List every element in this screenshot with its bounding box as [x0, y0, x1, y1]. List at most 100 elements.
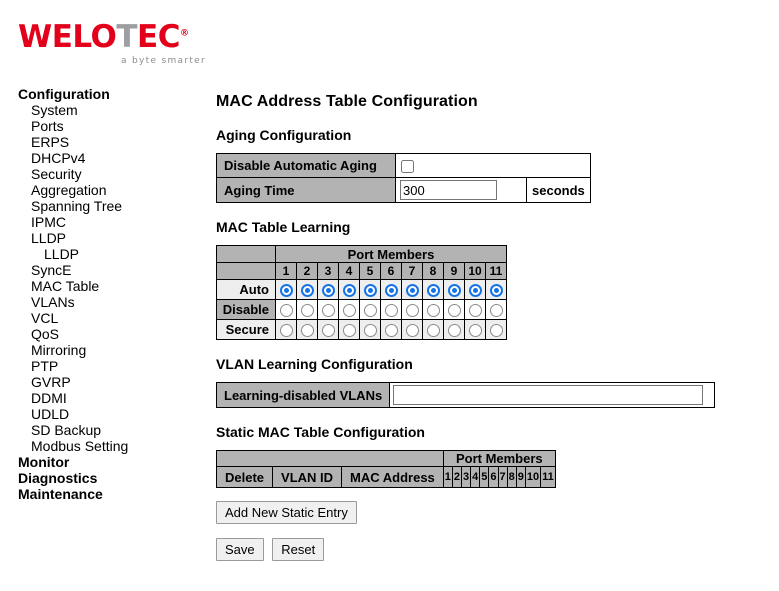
learning-radio-port10-disable[interactable] [468, 304, 482, 318]
learning-radio-port7-disable[interactable] [405, 304, 419, 318]
sidebar-item-vcl[interactable]: VCL [0, 310, 205, 326]
sidebar-item-diagnostics[interactable]: Diagnostics [0, 470, 205, 486]
learning-radio-cell-port3-secure[interactable] [317, 319, 339, 340]
learning-radio-cell-port9-disable[interactable] [443, 299, 465, 320]
learning-radio-cell-port7-disable[interactable] [401, 299, 423, 320]
learning-radio-cell-port2-auto[interactable] [296, 279, 318, 300]
learning-radio-port11-disable[interactable] [489, 304, 503, 318]
port-number-header-8: 8 [422, 262, 444, 280]
learning-radio-port5-disable[interactable] [363, 304, 377, 318]
learning-radio-cell-port1-disable[interactable] [275, 299, 297, 320]
sidebar-item-ptp[interactable]: PTP [0, 358, 205, 374]
learning-radio-port7-auto[interactable] [405, 284, 419, 298]
learning-mode-label-secure: Secure [216, 319, 276, 340]
learning-radio-port2-disable[interactable] [300, 304, 314, 318]
sidebar-item-ddmi[interactable]: DDMI [0, 390, 205, 406]
learning-radio-cell-port11-auto[interactable] [485, 279, 507, 300]
learning-radio-cell-port8-auto[interactable] [422, 279, 444, 300]
sidebar-item-synce[interactable]: SyncE [0, 262, 205, 278]
learning-radio-cell-port5-secure[interactable] [359, 319, 381, 340]
sidebar-item-security[interactable]: Security [0, 166, 205, 182]
learning-radio-cell-port4-disable[interactable] [338, 299, 360, 320]
sidebar-item-ports[interactable]: Ports [0, 118, 205, 134]
learning-radio-port1-disable[interactable] [279, 304, 293, 318]
learning-radio-port8-secure[interactable] [426, 324, 440, 338]
learning-radio-cell-port4-auto[interactable] [338, 279, 360, 300]
sidebar-item-erps[interactable]: ERPS [0, 134, 205, 150]
sidebar-item-vlans[interactable]: VLANs [0, 294, 205, 310]
learning-radio-port6-auto[interactable] [384, 284, 398, 298]
sidebar-item-mirroring[interactable]: Mirroring [0, 342, 205, 358]
learning-radio-cell-port1-auto[interactable] [275, 279, 297, 300]
learning-radio-port5-auto[interactable] [363, 284, 377, 298]
reset-button[interactable]: Reset [272, 538, 325, 561]
learning-radio-port10-secure[interactable] [468, 324, 482, 338]
sidebar-item-dhcpv4[interactable]: DHCPv4 [0, 150, 205, 166]
sidebar-item-modbus-setting[interactable]: Modbus Setting [0, 438, 205, 454]
learning-radio-cell-port11-secure[interactable] [485, 319, 507, 340]
sidebar-item-aggregation[interactable]: Aggregation [0, 182, 205, 198]
sidebar-item-udld[interactable]: UDLD [0, 406, 205, 422]
learning-radio-port6-secure[interactable] [384, 324, 398, 338]
learning-radio-cell-port10-disable[interactable] [464, 299, 486, 320]
learning-radio-cell-port11-disable[interactable] [485, 299, 507, 320]
learning-radio-port11-secure[interactable] [489, 324, 503, 338]
learning-radio-cell-port10-secure[interactable] [464, 319, 486, 340]
sidebar-item-ipmc[interactable]: IPMC [0, 214, 205, 230]
sidebar-item-system[interactable]: System [0, 102, 205, 118]
learning-radio-port3-disable[interactable] [321, 304, 335, 318]
learning-radio-port1-secure[interactable] [279, 324, 293, 338]
sidebar-item-spanning-tree[interactable]: Spanning Tree [0, 198, 205, 214]
learning-radio-port11-auto[interactable] [489, 284, 503, 298]
learning-radio-port9-secure[interactable] [447, 324, 461, 338]
sidebar-item-lldp[interactable]: LLDP [0, 230, 205, 246]
learning-radio-cell-port6-auto[interactable] [380, 279, 402, 300]
learning-radio-cell-port3-disable[interactable] [317, 299, 339, 320]
learning-radio-cell-port7-secure[interactable] [401, 319, 423, 340]
learning-radio-port4-auto[interactable] [342, 284, 356, 298]
learning-radio-cell-port10-auto[interactable] [464, 279, 486, 300]
sidebar-item-mac-table[interactable]: MAC Table [0, 278, 205, 294]
learning-radio-port2-auto[interactable] [300, 284, 314, 298]
sidebar-item-gvrp[interactable]: GVRP [0, 374, 205, 390]
learning-radio-cell-port8-disable[interactable] [422, 299, 444, 320]
learning-radio-port4-disable[interactable] [342, 304, 356, 318]
sidebar-item-qos[interactable]: QoS [0, 326, 205, 342]
learning-radio-port8-disable[interactable] [426, 304, 440, 318]
learning-radio-cell-port4-secure[interactable] [338, 319, 360, 340]
learning-radio-cell-port9-secure[interactable] [443, 319, 465, 340]
sidebar-item-sd-backup[interactable]: SD Backup [0, 422, 205, 438]
sidebar-item-monitor[interactable]: Monitor [0, 454, 205, 470]
learning-radio-cell-port2-secure[interactable] [296, 319, 318, 340]
disable-automatic-aging-checkbox[interactable] [401, 159, 414, 173]
save-button[interactable]: Save [216, 538, 264, 561]
learning-radio-cell-port7-auto[interactable] [401, 279, 423, 300]
sidebar-item-configuration[interactable]: Configuration [0, 86, 205, 102]
learning-radio-port8-auto[interactable] [426, 284, 440, 298]
learning-radio-port4-secure[interactable] [342, 324, 356, 338]
learning-radio-cell-port2-disable[interactable] [296, 299, 318, 320]
learning-radio-cell-port9-auto[interactable] [443, 279, 465, 300]
learning-radio-cell-port6-disable[interactable] [380, 299, 402, 320]
learning-radio-cell-port1-secure[interactable] [275, 319, 297, 340]
learning-radio-port2-secure[interactable] [300, 324, 314, 338]
learning-disabled-vlans-input[interactable] [393, 385, 704, 405]
learning-radio-cell-port3-auto[interactable] [317, 279, 339, 300]
learning-radio-cell-port6-secure[interactable] [380, 319, 402, 340]
learning-radio-port3-auto[interactable] [321, 284, 335, 298]
add-new-static-entry-button[interactable]: Add New Static Entry [216, 501, 357, 524]
learning-radio-cell-port5-disable[interactable] [359, 299, 381, 320]
learning-radio-cell-port8-secure[interactable] [422, 319, 444, 340]
learning-radio-port3-secure[interactable] [321, 324, 335, 338]
learning-radio-port1-auto[interactable] [279, 284, 293, 298]
learning-radio-port9-disable[interactable] [447, 304, 461, 318]
learning-radio-port9-auto[interactable] [447, 284, 461, 298]
sidebar-item-lldp[interactable]: LLDP [0, 246, 205, 262]
learning-radio-port5-secure[interactable] [363, 324, 377, 338]
sidebar-item-maintenance[interactable]: Maintenance [0, 486, 205, 502]
learning-radio-port6-disable[interactable] [384, 304, 398, 318]
learning-radio-port10-auto[interactable] [468, 284, 482, 298]
learning-radio-cell-port5-auto[interactable] [359, 279, 381, 300]
aging-time-input[interactable] [400, 180, 497, 200]
learning-radio-port7-secure[interactable] [405, 324, 419, 338]
